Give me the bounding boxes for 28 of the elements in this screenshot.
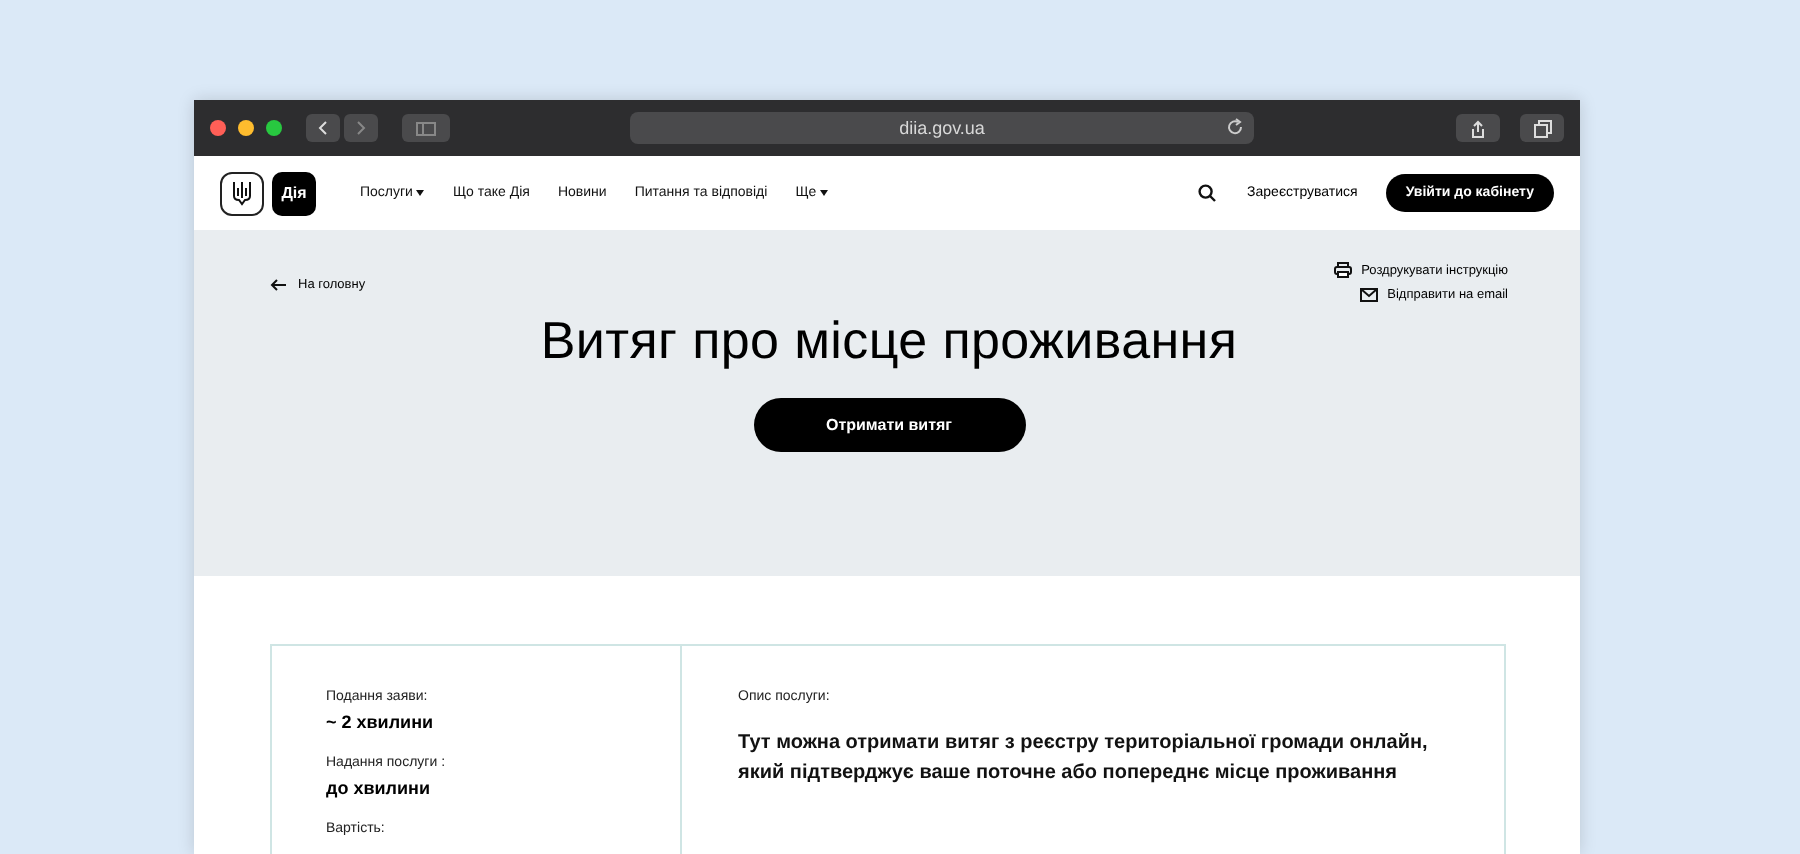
caret-icon bbox=[416, 190, 425, 196]
fact-value: до хвилини bbox=[326, 778, 433, 798]
share-button[interactable] bbox=[1456, 114, 1500, 142]
tabs-button[interactable] bbox=[1520, 114, 1564, 142]
tabs-icon bbox=[1533, 119, 1551, 137]
search-icon[interactable] bbox=[1197, 184, 1216, 202]
minimize-button[interactable] bbox=[238, 120, 254, 136]
sidebar-button[interactable] bbox=[402, 114, 450, 142]
back-button[interactable] bbox=[306, 114, 340, 142]
trident-logo-icon[interactable] bbox=[220, 171, 264, 215]
chevron-left-icon bbox=[318, 120, 328, 136]
address-bar[interactable]: diia.gov.ua bbox=[630, 112, 1254, 144]
zoom-button[interactable] bbox=[266, 120, 282, 136]
close-button[interactable] bbox=[210, 120, 226, 136]
arrow-left-icon[interactable] bbox=[270, 277, 286, 291]
printer-icon bbox=[1333, 262, 1352, 278]
page-title: Витяг про місце проживання bbox=[538, 310, 1240, 372]
sidebar-icon bbox=[416, 121, 436, 135]
share-icon bbox=[1470, 119, 1486, 137]
chevron-right-icon bbox=[356, 120, 366, 136]
logo[interactable]: Дія bbox=[272, 171, 316, 215]
fact-value: ~ 2 хвилини bbox=[326, 712, 436, 732]
forward-button[interactable] bbox=[344, 114, 378, 142]
caret-icon bbox=[820, 190, 829, 196]
get-extract-button[interactable]: Отримати витяг bbox=[753, 398, 1025, 452]
description-text: Тут можна отримати витяг з реєстру територіальної громади онлайн, який підтверджує ваше поточне або попереднє місце проживання bbox=[738, 730, 1430, 788]
mail-icon bbox=[1359, 288, 1378, 302]
reload-icon[interactable] bbox=[1226, 118, 1244, 136]
